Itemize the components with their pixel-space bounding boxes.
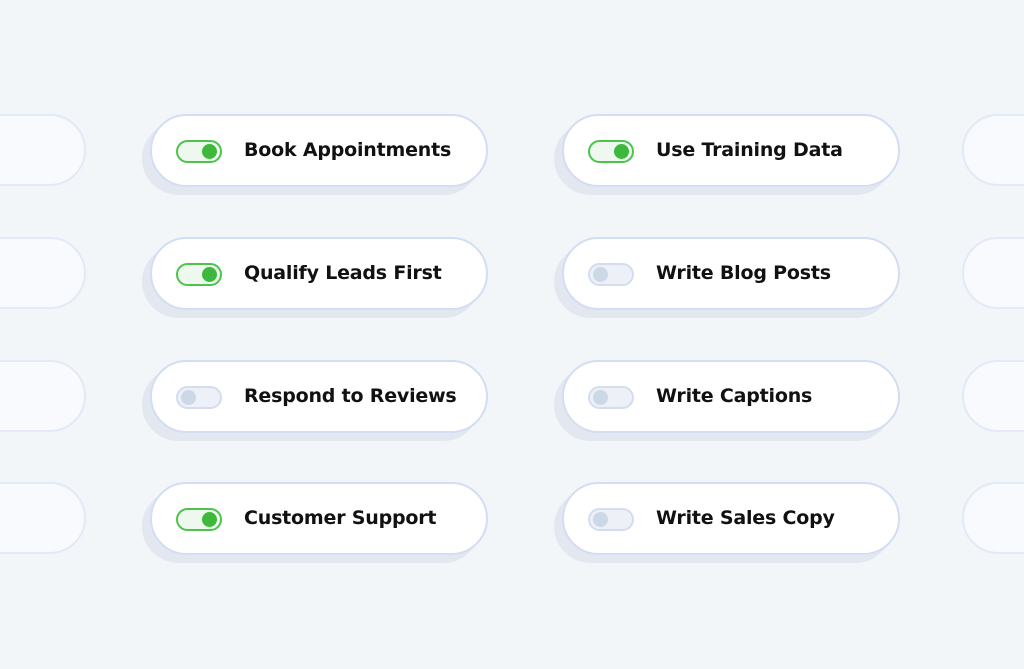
setting-label: Write Captions [656, 385, 813, 407]
setting-toggle-item[interactable]: Use Training Data [562, 114, 900, 187]
toggle-knob [593, 512, 608, 527]
setting-card: Customer Support [142, 482, 488, 563]
toggle-knob [614, 144, 629, 159]
setting-card: Write Captions [554, 360, 900, 441]
ghost-card [0, 114, 86, 186]
toggle-knob [181, 390, 196, 405]
toggle-switch-off[interactable] [588, 386, 634, 409]
toggle-switch-on[interactable] [176, 263, 222, 286]
setting-toggle-item[interactable]: Qualify Leads First [150, 237, 488, 310]
toggle-knob [593, 267, 608, 282]
setting-label: Qualify Leads First [244, 262, 442, 284]
toggle-knob [202, 144, 217, 159]
setting-toggle-item[interactable]: Respond to Reviews [150, 360, 488, 433]
toggle-switch-off[interactable] [588, 508, 634, 531]
setting-card: Respond to Reviews [142, 360, 488, 441]
toggle-knob [202, 267, 217, 282]
toggle-switch-off[interactable] [588, 263, 634, 286]
ghost-card [962, 237, 1024, 309]
ghost-card [0, 360, 86, 432]
setting-card: Use Training Data [554, 114, 900, 195]
ghost-card [962, 482, 1024, 554]
setting-label: Respond to Reviews [244, 385, 457, 407]
setting-label: Customer Support [244, 507, 437, 529]
setting-toggle-item[interactable]: Write Sales Copy [562, 482, 900, 555]
toggle-knob [202, 512, 217, 527]
setting-card: Qualify Leads First [142, 237, 488, 318]
setting-card: Write Blog Posts [554, 237, 900, 318]
setting-label: Use Training Data [656, 139, 843, 161]
ghost-card [962, 114, 1024, 186]
toggle-switch-on[interactable] [176, 508, 222, 531]
ghost-card [962, 360, 1024, 432]
setting-card: Book Appointments [142, 114, 488, 195]
toggle-knob [593, 390, 608, 405]
setting-card: Write Sales Copy [554, 482, 900, 563]
setting-label: Book Appointments [244, 139, 452, 161]
ghost-card [0, 237, 86, 309]
setting-toggle-item[interactable]: Write Blog Posts [562, 237, 900, 310]
setting-toggle-item[interactable]: Book Appointments [150, 114, 488, 187]
ghost-card [0, 482, 86, 554]
toggle-switch-on[interactable] [588, 140, 634, 163]
setting-toggle-item[interactable]: Write Captions [562, 360, 900, 433]
toggle-switch-on[interactable] [176, 140, 222, 163]
setting-toggle-item[interactable]: Customer Support [150, 482, 488, 555]
setting-label: Write Sales Copy [656, 507, 835, 529]
toggle-switch-off[interactable] [176, 386, 222, 409]
setting-label: Write Blog Posts [656, 262, 831, 284]
